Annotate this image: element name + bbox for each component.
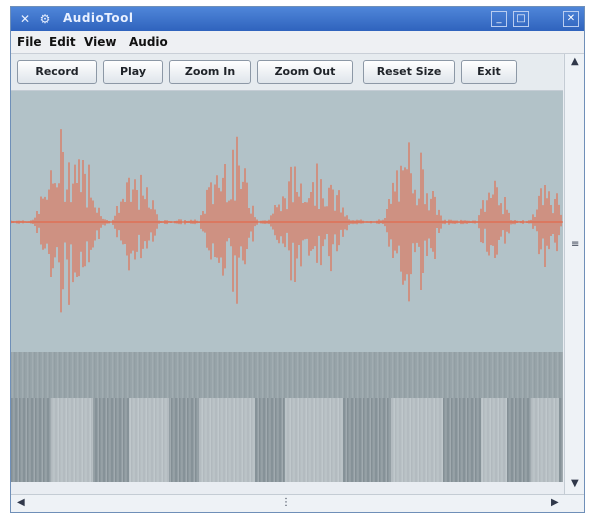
scroll-right-icon[interactable]: ▶ xyxy=(551,497,559,508)
reset-size-button[interactable]: Reset Size xyxy=(363,60,455,84)
scroll-up-icon[interactable]: ▲ xyxy=(571,56,579,67)
window-menu-icon[interactable]: ⚙ xyxy=(37,11,53,27)
spectrogram-energy-band xyxy=(129,398,169,482)
record-button[interactable]: Record xyxy=(17,60,97,84)
spectrogram-noise-band xyxy=(11,352,563,398)
toolbar: Record Play Zoom In Zoom Out Reset Size … xyxy=(11,54,563,91)
spectrogram-energy-band xyxy=(199,398,255,482)
minimize-button[interactable]: _ xyxy=(491,11,507,27)
spectrogram-energy-band xyxy=(285,398,343,482)
menu-file[interactable]: File xyxy=(17,35,42,49)
menu-audio[interactable]: Audio xyxy=(129,35,168,49)
spectrogram-energy-band xyxy=(391,398,443,482)
spectrogram-display[interactable] xyxy=(11,352,563,482)
scroll-down-icon[interactable]: ▼ xyxy=(571,478,579,489)
horizontal-scrollbar[interactable]: ◀ ⋮ ▶ xyxy=(11,494,584,512)
menu-view[interactable]: View xyxy=(84,35,116,49)
menu-edit[interactable]: Edit xyxy=(49,35,76,49)
scroll-left-icon[interactable]: ◀ xyxy=(17,497,25,508)
close-button[interactable]: ✕ xyxy=(563,11,579,27)
title-bar[interactable]: ✕ ⚙ AudioTool _ □ ✕ xyxy=(11,7,584,31)
zoom-in-button[interactable]: Zoom In xyxy=(169,60,251,84)
audiotool-window: ✕ ⚙ AudioTool _ □ ✕ File Edit View Audio… xyxy=(10,6,585,513)
menu-bar: File Edit View Audio xyxy=(11,31,584,54)
spectrogram-energy-band xyxy=(481,398,507,482)
spectrogram-energy-band xyxy=(531,398,559,482)
zoom-out-button[interactable]: Zoom Out xyxy=(257,60,353,84)
spectrogram-energy-band xyxy=(51,398,93,482)
vertical-scrollbar[interactable]: ▲ ≡ ▼ xyxy=(564,54,584,494)
play-button[interactable]: Play xyxy=(103,60,163,84)
scroll-thumb-grip-icon[interactable]: ⋮ xyxy=(281,497,291,508)
maximize-button[interactable]: □ xyxy=(513,11,529,27)
waveform-display[interactable] xyxy=(11,90,563,352)
content-panel: Record Play Zoom In Zoom Out Reset Size … xyxy=(11,54,563,482)
app-icon[interactable]: ✕ xyxy=(17,11,33,27)
waveform-trace xyxy=(11,129,562,313)
exit-button[interactable]: Exit xyxy=(461,60,517,84)
window-title: AudioTool xyxy=(63,11,134,25)
scroll-thumb-grip-icon[interactable]: ≡ xyxy=(571,239,579,250)
